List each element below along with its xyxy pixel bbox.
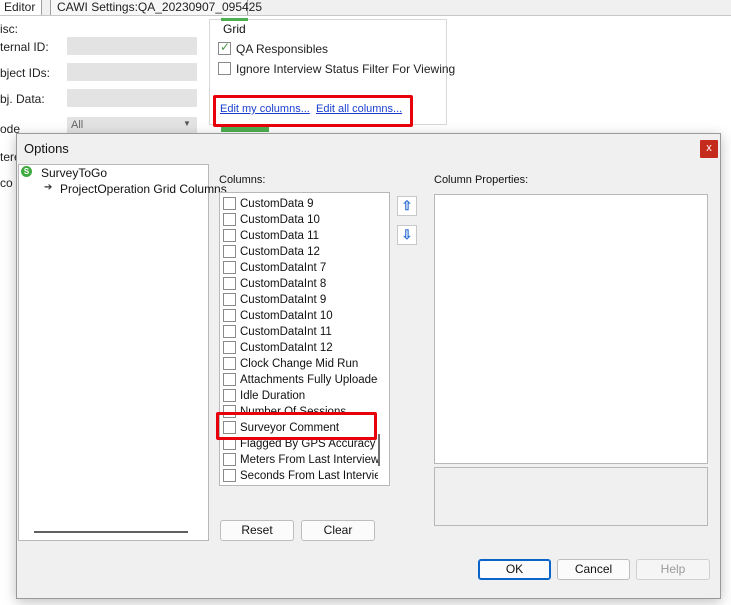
list-item[interactable]: CustomDataInt 7 [223, 260, 383, 276]
obj-data-label: bj. Data: [0, 92, 45, 106]
column-label: CustomDataInt 8 [240, 278, 327, 290]
dialog-title: Options [24, 141, 69, 156]
tree-scrollbar[interactable] [34, 531, 188, 533]
arrow-down-icon: ⇩ [401, 227, 413, 242]
move-down-button[interactable]: ⇩ [397, 225, 417, 245]
column-checkbox[interactable] [223, 453, 236, 466]
column-label: CustomDataInt 9 [240, 294, 327, 306]
column-label: Attachments Fully Uploaded [240, 374, 378, 386]
ignore-filter-checkbox[interactable] [218, 62, 231, 75]
column-properties-panel[interactable] [434, 194, 708, 464]
list-item[interactable]: CustomDataInt 8 [223, 276, 383, 292]
column-checkbox[interactable] [223, 277, 236, 290]
surveytogo-icon: S [21, 166, 32, 177]
list-item[interactable]: CustomDataInt 12 [223, 340, 383, 356]
ok-button[interactable]: OK [478, 559, 551, 580]
object-ids-field[interactable] [67, 63, 197, 81]
clear-button[interactable]: Clear [301, 520, 375, 541]
chevron-down-icon: ▼ [183, 119, 191, 128]
mode-select-value: All [71, 119, 84, 131]
column-label: CustomDataInt 12 [240, 342, 333, 354]
list-item[interactable]: Idle Duration [223, 388, 383, 404]
partial-label-2: co [0, 176, 13, 190]
edit-my-columns-link[interactable]: Edit my columns... [220, 103, 310, 115]
arrow-up-icon: ⇧ [401, 198, 413, 213]
reset-button[interactable]: Reset [220, 520, 294, 541]
check-icon: ✓ [220, 40, 231, 54]
column-checkbox[interactable] [223, 469, 236, 482]
column-checkbox[interactable] [223, 309, 236, 322]
column-label: Idle Duration [240, 390, 306, 402]
list-item[interactable]: Meters From Last Interview [223, 452, 383, 468]
lower-accent-bar [221, 127, 269, 132]
list-item[interactable]: CustomData 12 [223, 244, 383, 260]
internal-id-field[interactable] [67, 37, 197, 55]
close-icon: x [706, 142, 712, 154]
obj-data-field[interactable] [67, 89, 197, 107]
column-label: CustomData 11 [240, 230, 320, 242]
object-ids-label: bject IDs: [0, 66, 51, 80]
column-label: CustomDataInt 11 [240, 326, 332, 338]
cancel-button[interactable]: Cancel [557, 559, 630, 580]
tab-cawi-settings[interactable]: CAWI Settings:QA_20230907_095425 [50, 0, 262, 15]
column-checkbox[interactable] [223, 197, 236, 210]
column-checkbox[interactable] [223, 245, 236, 258]
edit-all-columns-link[interactable]: Edit all columns... [316, 103, 402, 115]
column-label: Meters From Last Interview [240, 454, 378, 466]
column-label: CustomData 12 [240, 246, 320, 258]
column-checkbox[interactable] [223, 293, 236, 306]
tab-editor[interactable]: Editor [0, 0, 42, 15]
columns-list[interactable]: CustomData 9 CustomData 10 CustomData 11… [219, 192, 390, 486]
column-label: CustomDataInt 10 [240, 310, 333, 322]
mode-select[interactable]: All ▼ [67, 117, 197, 134]
list-item[interactable]: CustomData 9 [223, 196, 383, 212]
column-label: CustomData 9 [240, 198, 314, 210]
list-item[interactable]: Attachments Fully Uploaded [223, 372, 383, 388]
internal-id-label: ternal ID: [0, 40, 49, 54]
list-item[interactable]: CustomDataInt 10 [223, 308, 383, 324]
list-item[interactable]: CustomData 11 [223, 228, 383, 244]
column-checkbox[interactable] [223, 357, 236, 370]
column-label: Clock Change Mid Run [240, 358, 359, 370]
ignore-filter-label: Ignore Interview Status Filter For Viewi… [236, 62, 456, 76]
column-checkbox[interactable] [223, 229, 236, 242]
column-label: CustomDataInt 7 [240, 262, 327, 274]
columns-scrollbar-thumb[interactable] [378, 434, 380, 466]
column-label: Seconds From Last Interview [240, 470, 378, 482]
list-item[interactable]: Seconds From Last Interview [223, 468, 383, 484]
column-checkbox[interactable] [223, 389, 236, 402]
list-item[interactable]: Clock Change Mid Run [223, 356, 383, 372]
tree-item-grid-columns[interactable]: ProjectOperation Grid Columns [60, 182, 227, 196]
column-checkbox[interactable] [223, 213, 236, 226]
qa-responsibles-checkbox[interactable]: ✓ [218, 40, 231, 55]
column-properties-label: Column Properties: [434, 174, 529, 186]
move-up-button[interactable]: ⇧ [397, 196, 417, 216]
grid-title: Grid [223, 22, 246, 36]
column-checkbox[interactable] [223, 341, 236, 354]
list-item[interactable]: CustomData 10 [223, 212, 383, 228]
columns-label: Columns: [219, 174, 266, 186]
list-item[interactable]: CustomDataInt 11 [223, 324, 383, 340]
arrow-right-icon: ➔ [44, 182, 53, 193]
list-item[interactable]: CustomDataInt 9 [223, 292, 383, 308]
column-checkbox[interactable] [223, 373, 236, 386]
column-label: CustomData 10 [240, 214, 320, 226]
help-button[interactable]: Help [636, 559, 710, 580]
column-checkbox[interactable] [223, 261, 236, 274]
close-button[interactable]: x [700, 140, 718, 158]
grid-accent-bar [221, 18, 248, 21]
column-checkbox[interactable] [223, 325, 236, 338]
surveyor-comment-highlight [216, 412, 377, 440]
qa-responsibles-label: QA Responsibles [236, 42, 329, 56]
tree-item-surveytogo[interactable]: SurveyToGo [41, 166, 107, 180]
property-description-panel [434, 467, 708, 526]
misc-label: isc: [0, 22, 18, 36]
options-tree[interactable] [18, 164, 209, 541]
